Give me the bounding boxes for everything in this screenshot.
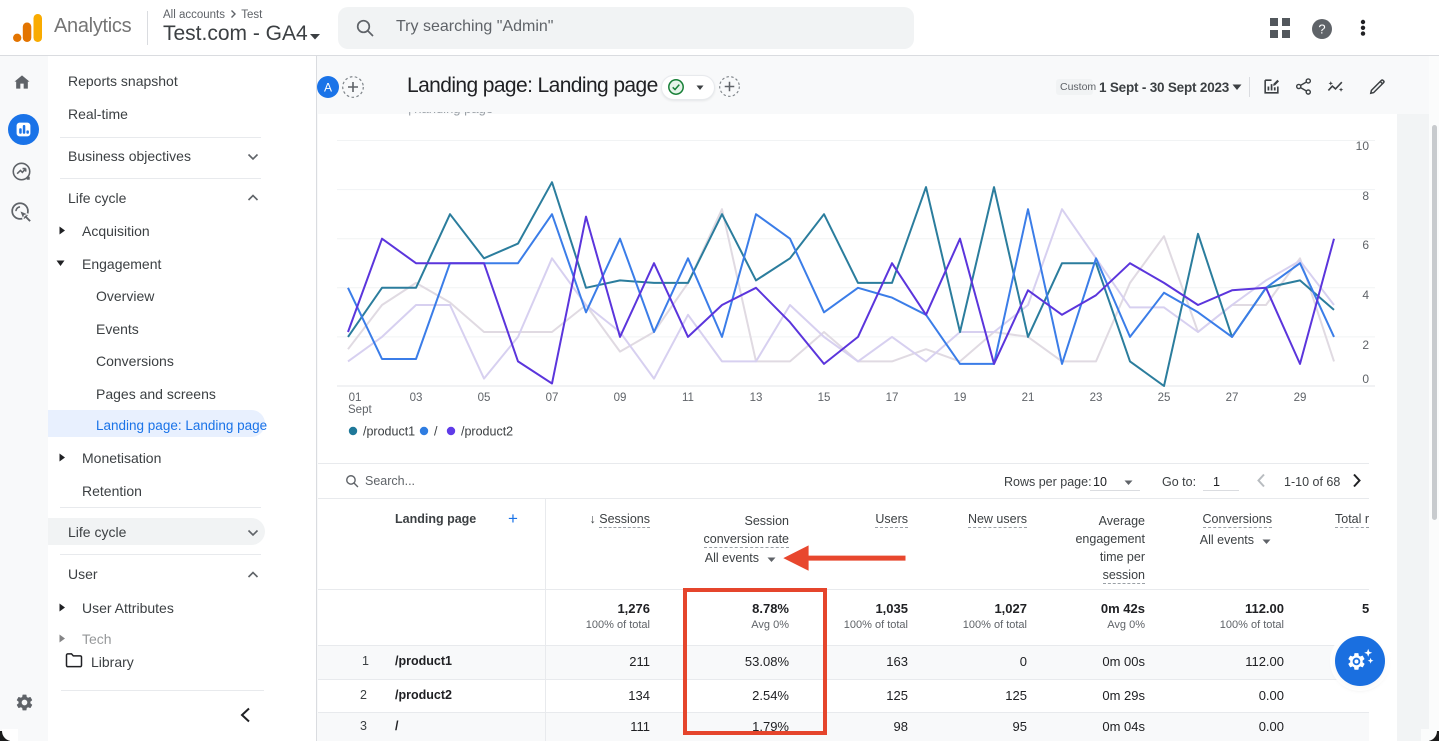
svg-text:07: 07 [546, 392, 559, 404]
svg-text:Sept: Sept [348, 404, 372, 416]
svg-text:19: 19 [954, 392, 967, 404]
svg-text:2: 2 [1362, 338, 1369, 352]
svg-text:25: 25 [1158, 392, 1171, 404]
svg-text:A: A [324, 81, 332, 95]
svg-text:13: 13 [750, 392, 763, 404]
svg-text:17: 17 [886, 392, 899, 404]
svg-text:09: 09 [614, 392, 627, 404]
svg-text:11: 11 [682, 392, 694, 404]
svg-text:/product1: /product1 [363, 425, 415, 439]
svg-text:/: / [434, 425, 438, 439]
svg-text:23: 23 [1090, 392, 1103, 404]
svg-text:03: 03 [410, 392, 423, 404]
svg-text:01: 01 [349, 392, 362, 404]
svg-text:29: 29 [1294, 392, 1307, 404]
svg-text:4: 4 [1362, 288, 1369, 302]
svg-text:?: ? [1318, 22, 1325, 37]
svg-text:05: 05 [478, 392, 491, 404]
svg-text:21: 21 [1022, 392, 1035, 404]
svg-text:27: 27 [1226, 392, 1239, 404]
svg-text:0: 0 [1362, 372, 1369, 386]
svg-text:8: 8 [1362, 189, 1369, 203]
svg-text:6: 6 [1362, 238, 1369, 252]
svg-text:10: 10 [1356, 139, 1370, 153]
svg-text:15: 15 [818, 392, 831, 404]
svg-text:/product2: /product2 [461, 425, 513, 439]
